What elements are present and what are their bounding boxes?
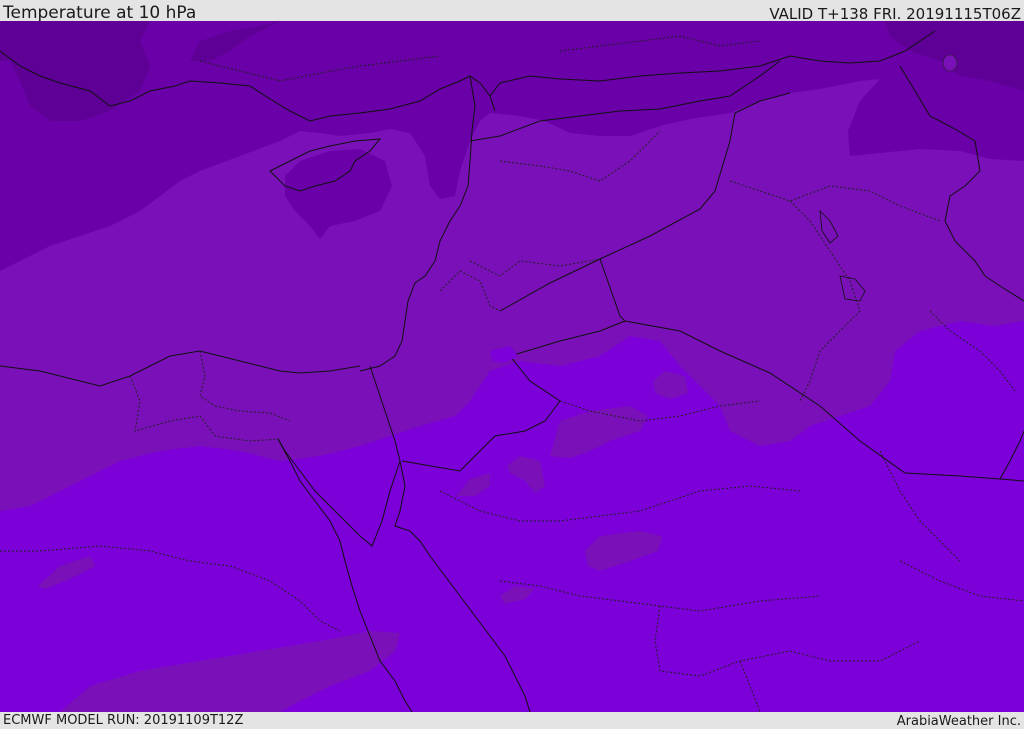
header-bar: Temperature at 10 hPa VALID T+138 FRI. 2… [0,0,1024,23]
model-run: ECMWF MODEL RUN: 20191109T12Z [3,713,244,728]
map-title: Temperature at 10 hPa [3,3,197,23]
lake [942,54,958,72]
temperature-map [0,21,1024,712]
footer-bar: ECMWF MODEL RUN: 20191109T12Z ArabiaWeat… [0,712,1024,729]
map-frame: Temperature at 10 hPa VALID T+138 FRI. 2… [0,0,1024,729]
credit: ArabiaWeather Inc. [896,714,1021,729]
map-canvas[interactable] [0,21,1024,712]
